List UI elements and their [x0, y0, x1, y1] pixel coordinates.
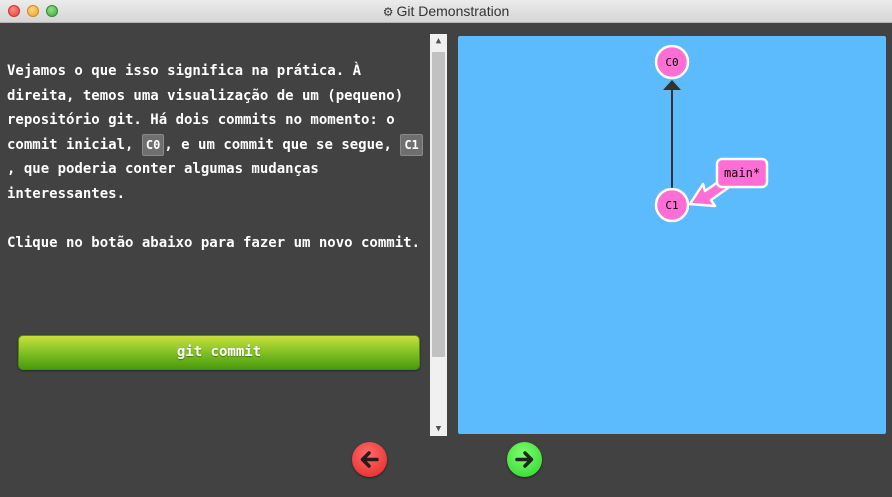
instruction-paragraph-2: Clique no botão abaixo para fazer um nov…	[7, 234, 421, 251]
forward-button[interactable]	[507, 442, 542, 477]
arrow-left-icon	[360, 451, 379, 468]
git-graph: C0 C1 main*	[654, 44, 769, 223]
window-titlebar: ⚙ Git Demonstration	[0, 0, 892, 23]
gear-icon: ⚙	[382, 5, 394, 19]
instruction-text: , e um commit que se segue,	[164, 136, 401, 153]
edge-arrowhead-icon	[663, 80, 681, 90]
arrow-right-icon	[515, 451, 534, 468]
commit-label-c1: C1	[665, 199, 678, 212]
window-title-text: Git Demonstration	[396, 3, 510, 19]
scroll-thumb[interactable]	[432, 52, 445, 357]
instruction-text: , que poderia conter algumas mudanças in…	[7, 161, 319, 202]
branch-main[interactable]: main*	[688, 157, 769, 208]
commit-code-c0: C0	[141, 133, 165, 156]
instruction-paragraph-1: Vejamos o que isso significa na prática.…	[7, 59, 424, 206]
commit-node-c0[interactable]: C0	[654, 44, 690, 80]
scroll-down-arrow-icon[interactable]: ▼	[430, 422, 447, 436]
commit-code-c1: C1	[400, 133, 423, 156]
vertical-scrollbar[interactable]: ▲ ▼	[430, 34, 447, 436]
instructions-panel: Vejamos o que isso significa na prática.…	[0, 24, 430, 436]
commit-label-c0: C0	[665, 56, 678, 69]
git-visualization: C0 C1 main*	[458, 36, 886, 434]
branch-label-main: main*	[724, 166, 760, 180]
scroll-up-arrow-icon[interactable]: ▲	[430, 34, 447, 48]
window-title: ⚙ Git Demonstration	[0, 3, 892, 19]
git-commit-button[interactable]: git commit	[18, 335, 420, 370]
back-button[interactable]	[352, 442, 387, 477]
commit-node-c1[interactable]: C1	[654, 187, 690, 223]
